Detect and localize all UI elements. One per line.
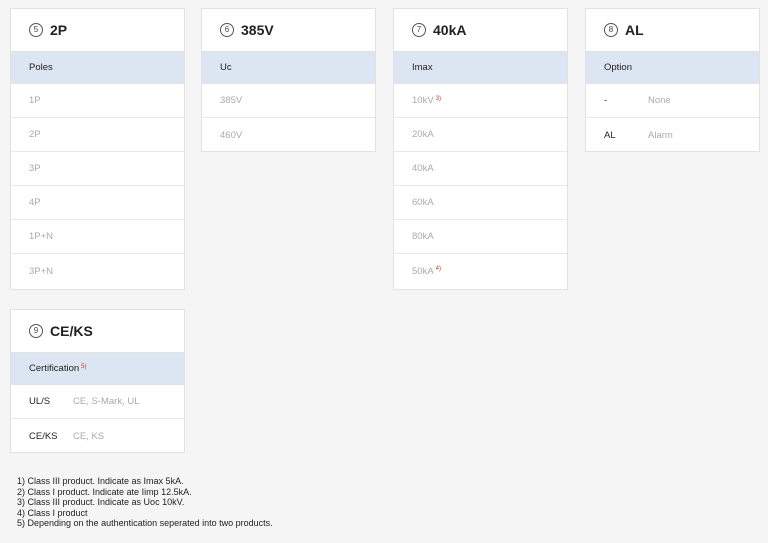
footnote: 5) Depending on the authentication seper… bbox=[17, 518, 273, 528]
footnote: 2) Class I product. Indicate ate Iimp 12… bbox=[17, 486, 192, 497]
imax-option[interactable]: 80kA bbox=[394, 220, 567, 254]
footnote-ref: 5) bbox=[81, 363, 87, 370]
poles-option[interactable]: 3P+N bbox=[11, 254, 184, 288]
poles-option[interactable]: 1P bbox=[11, 84, 184, 118]
poles-option[interactable]: 2P bbox=[11, 118, 184, 152]
imax-card-header: 7 40kA bbox=[394, 9, 567, 52]
imax-column-header: Imax bbox=[394, 52, 567, 84]
option-option[interactable]: AL Alarm bbox=[586, 118, 759, 152]
uc-card: 6 385V Uc 385V 460V bbox=[201, 8, 376, 152]
poles-selected-value: 2P bbox=[50, 22, 68, 38]
imax-selected-value: 40kA bbox=[433, 22, 467, 38]
poles-column-header: Poles bbox=[11, 52, 184, 84]
footnote: 1) Class III product. Indicate as Imax 5… bbox=[17, 476, 184, 486]
uc-selected-value: 385V bbox=[241, 22, 274, 38]
poles-option[interactable]: 3P bbox=[11, 152, 184, 186]
imax-option[interactable]: 20kA bbox=[394, 118, 567, 152]
option-card-header: 8 AL bbox=[586, 9, 759, 52]
poles-card: 5 2P Poles 1P 2P 3P 4P 1P+N 3P+N bbox=[10, 8, 185, 290]
uc-column-header: Uc bbox=[202, 52, 375, 84]
footnote-ref: 4) bbox=[435, 266, 441, 272]
footnote: 4) Class I product bbox=[17, 507, 88, 518]
step-number-icon: 8 bbox=[604, 23, 618, 37]
footnote-ref: 3) bbox=[435, 95, 441, 102]
step-number-icon: 6 bbox=[220, 23, 234, 37]
imax-card: 7 40kA Imax 10kV 3) 20kA 40kA 60kA 80kA 5… bbox=[393, 8, 568, 290]
footnote: 3) Class III product. Indicate as Uoc 10… bbox=[17, 497, 185, 507]
option-column-header: Option bbox=[586, 52, 759, 84]
option-option[interactable]: - None bbox=[586, 84, 759, 118]
certification-column-header: Certification 5) bbox=[11, 353, 184, 385]
poles-option[interactable]: 4P bbox=[11, 186, 184, 220]
certification-selected-value: CE/KS bbox=[50, 323, 93, 339]
option-selected-value: AL bbox=[625, 22, 644, 38]
uc-option[interactable]: 460V bbox=[202, 118, 375, 152]
certification-card: 9 CE/KS Certification 5) UL/S CE, S-Mark,… bbox=[10, 309, 185, 453]
uc-option[interactable]: 385V bbox=[202, 84, 375, 118]
uc-card-header: 6 385V bbox=[202, 9, 375, 52]
footnotes: 1) Class III product. Indicate as Imax 5… bbox=[17, 476, 273, 529]
imax-option[interactable]: 60kA bbox=[394, 186, 567, 220]
imax-option[interactable]: 40kA bbox=[394, 152, 567, 186]
step-number-icon: 9 bbox=[29, 324, 43, 338]
certification-option[interactable]: UL/S CE, S-Mark, UL bbox=[11, 385, 184, 419]
imax-option[interactable]: 10kV 3) bbox=[394, 84, 567, 118]
certification-option[interactable]: CE/KS CE, KS bbox=[11, 419, 184, 453]
imax-option[interactable]: 50kA 4) bbox=[394, 254, 567, 288]
certification-card-header: 9 CE/KS bbox=[11, 310, 184, 353]
option-card: 8 AL Option - None AL Alarm bbox=[585, 8, 760, 152]
step-number-icon: 5 bbox=[29, 23, 43, 37]
poles-option[interactable]: 1P+N bbox=[11, 220, 184, 254]
poles-card-header: 5 2P bbox=[11, 9, 184, 52]
step-number-icon: 7 bbox=[412, 23, 426, 37]
